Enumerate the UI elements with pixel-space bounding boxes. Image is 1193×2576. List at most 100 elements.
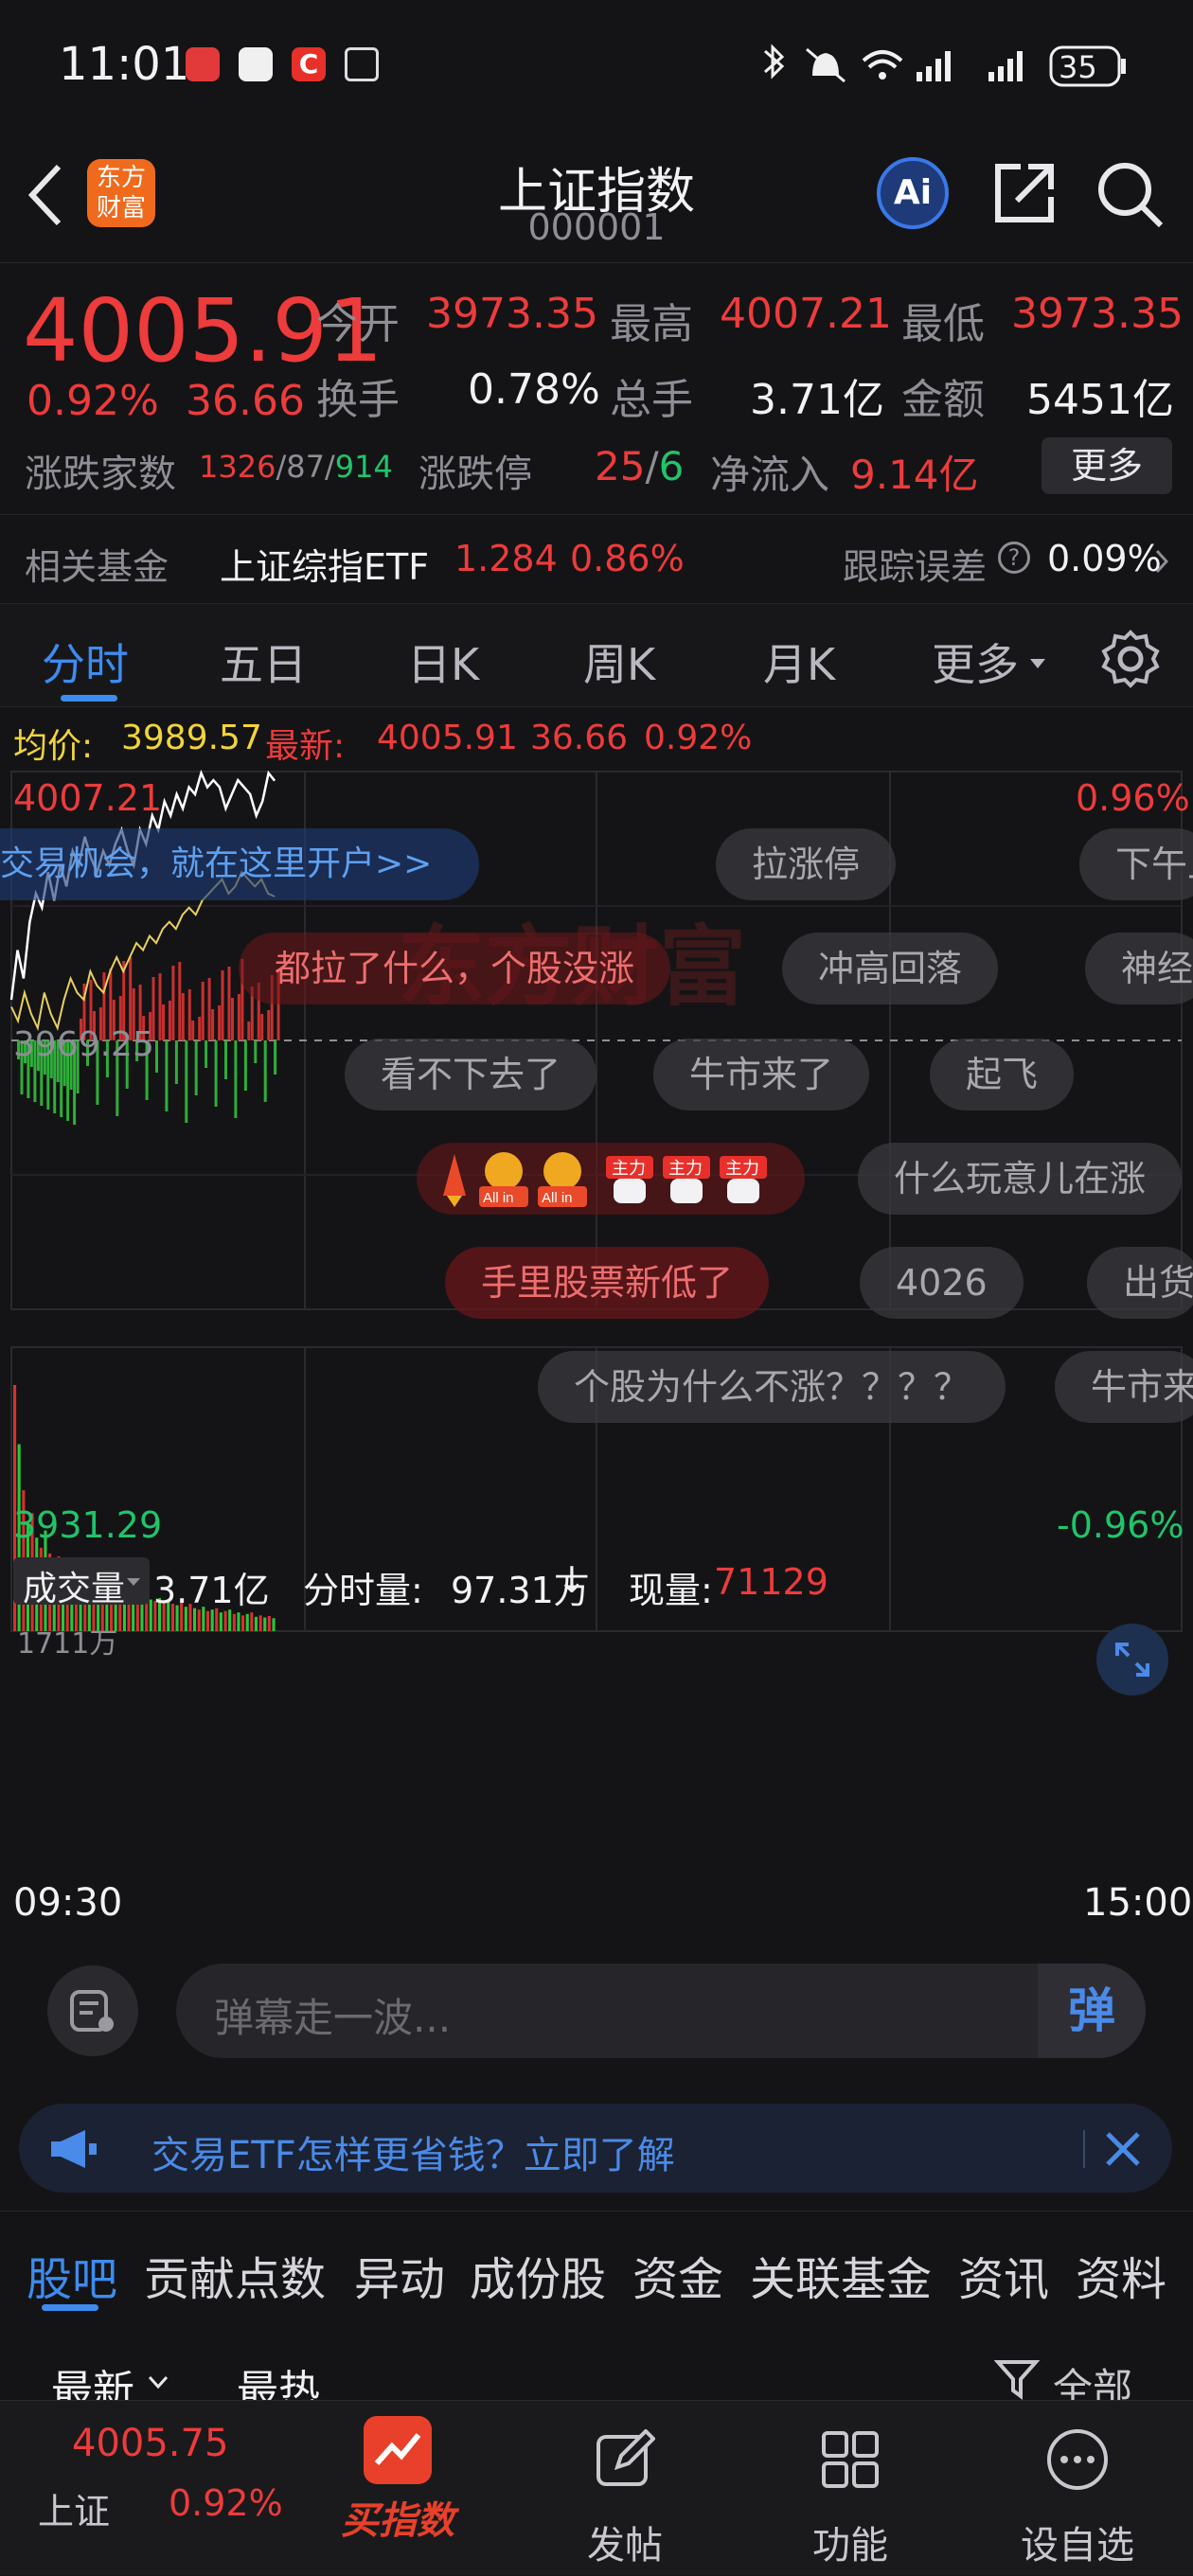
minute-bar — [194, 1040, 198, 1095]
danmu-input[interactable]: 弹幕走一波... 弹 — [176, 1963, 1146, 2058]
minute-bar — [155, 1040, 158, 1073]
tab-related-funds[interactable]: 关联基金 — [750, 2242, 932, 2308]
close-icon[interactable] — [1102, 2128, 1144, 2170]
intraday-chart[interactable]: 均价: 3989.57 最新: 4005.91 36.66 0.92% 东方财富… — [0, 707, 1193, 1931]
zhuli-fist-icon: 主力 — [663, 1156, 710, 1203]
volume-bar — [254, 1616, 258, 1631]
volume-bar — [149, 1599, 152, 1631]
change-pct: 0.92% — [27, 377, 159, 425]
minute-bar — [211, 1009, 215, 1040]
minute-bar — [254, 1040, 258, 1063]
volume-bar — [263, 1617, 267, 1631]
tab-active-indicator — [61, 695, 117, 702]
tab-news[interactable]: 资讯 — [958, 2242, 1049, 2308]
minute-bar — [168, 1001, 171, 1040]
volume-bar — [219, 1612, 223, 1631]
quote-panel: 4005.91 0.92% 36.66 今开 3973.35 最高 4007.2… — [0, 263, 1193, 514]
fund-pct: 0.86% — [570, 538, 685, 579]
danmu-bubble: 个股为什么不涨？？？？ — [538, 1351, 1006, 1423]
danmu-settings-button[interactable] — [47, 1965, 138, 2056]
nfc-icon — [345, 47, 379, 81]
etf-ad-banner[interactable]: 交易ETF怎样更省钱？立即了解 — [19, 2104, 1172, 2193]
tracking-error-value: 0.09% — [1047, 538, 1162, 579]
volume-value: 3.71亿 — [750, 376, 884, 424]
volume-bar — [232, 1613, 236, 1631]
post-button[interactable]: 发帖 — [540, 2401, 710, 2576]
minute-bar — [231, 998, 234, 1040]
danmu-bubble: 牛市来了 — [653, 1039, 870, 1110]
minute-bar — [178, 962, 182, 1040]
minute-bar — [214, 1040, 218, 1107]
bluetooth-icon — [764, 44, 785, 80]
volume-label: 总手 — [610, 376, 693, 424]
status-bar: 11:01 C 35 — [0, 0, 1193, 142]
tab-profile[interactable]: 资料 — [1076, 2242, 1166, 2308]
help-icon[interactable]: ? — [998, 542, 1030, 574]
danmu-send-button[interactable]: 弹 — [1038, 1963, 1146, 2058]
danmu-bubble: 冲高回落 — [782, 933, 999, 1004]
signal-2-icon — [988, 72, 994, 81]
tab-weekly-k[interactable]: 周K — [583, 631, 655, 693]
community-tabs: 股吧 贡献点数 异动 成份股 资金 关联基金 资讯 资料 — [0, 2211, 1193, 2315]
svg-text:主力: 主力 — [668, 1159, 703, 1179]
tab-constituents[interactable]: 成份股 — [470, 2242, 606, 2308]
amount-value: 5451亿 — [1026, 376, 1174, 424]
fund-label: 相关基金 — [25, 546, 169, 588]
tab-more[interactable]: 更多 — [932, 631, 1019, 693]
tab-guba[interactable]: 股吧 — [27, 2242, 117, 2308]
bottom-pct: 0.92% — [169, 2482, 283, 2524]
tab-movement[interactable]: 异动 — [354, 2242, 445, 2308]
high-value: 4007.21 — [720, 290, 892, 338]
breadth-values: 1326/87/914 — [199, 449, 393, 485]
more-button[interactable]: 更多 — [1042, 437, 1172, 494]
expand-button[interactable] — [1096, 1624, 1168, 1696]
function-button[interactable]: 功能 — [765, 2401, 935, 2576]
minute-bar — [187, 989, 191, 1040]
expand-icon — [1115, 1643, 1149, 1677]
open-value: 3973.35 — [426, 290, 598, 338]
svg-text:All in: All in — [542, 1190, 573, 1206]
ai-button[interactable]: Ai — [877, 157, 949, 229]
share-icon[interactable] — [990, 159, 1059, 227]
caret-down-icon — [1030, 659, 1045, 668]
filter-icon[interactable] — [994, 2358, 1040, 2400]
danmu-bubble: 4026 — [860, 1247, 1024, 1319]
open-label: 今开 — [316, 300, 400, 348]
post-label: 发帖 — [587, 2524, 663, 2567]
buy-index-button[interactable]: 买指数 — [312, 2401, 483, 2576]
danmu-bubble: 下午上 — [1079, 828, 1193, 900]
tab-intraday[interactable]: 分时 — [42, 631, 129, 693]
buy-index-label: 买指数 — [341, 2499, 454, 2543]
period-tabs: 分时 五日 日K 周K 月K 更多 — [0, 603, 1193, 707]
volume-bar — [241, 1615, 245, 1631]
minute-bar — [227, 967, 231, 1040]
volume-bar — [245, 1613, 249, 1631]
tab-contribution[interactable]: 贡献点数 — [144, 2242, 326, 2308]
y-bottom-pct: -0.96% — [1057, 1504, 1184, 1546]
danmu-bubble: 都拉了什么，个股没涨 — [239, 933, 671, 1004]
danmu-icon-bubble: All in All in 主力 主力 主力 — [417, 1143, 805, 1215]
volume-selector[interactable]: 成交量 — [13, 1557, 150, 1608]
related-fund-row[interactable]: 相关基金 上证综指ETF 1.284 0.86% 跟踪误差 ? 0.09% — [0, 514, 1193, 603]
tab-five-day[interactable]: 五日 — [220, 631, 307, 693]
home-app-icon — [239, 47, 273, 81]
minute-bar — [263, 1040, 267, 1102]
minute-bar — [205, 1040, 208, 1068]
volume-bar — [267, 1616, 271, 1631]
tab-daily-k[interactable]: 日K — [407, 631, 479, 693]
sort-row: 最新 最热 全部 — [0, 2315, 1193, 2415]
signal-1-icon — [917, 72, 922, 81]
search-icon[interactable] — [1095, 159, 1166, 231]
tab-funds-flow[interactable]: 资金 — [632, 2242, 723, 2308]
tab-monthly-k[interactable]: 月K — [763, 631, 835, 693]
minute-bar — [162, 1004, 165, 1040]
ad-text[interactable]: 交易ETF怎样更省钱？立即了解 — [151, 2124, 675, 2179]
minute-bar — [191, 1021, 195, 1040]
danmu-settings-icon — [70, 1990, 114, 2032]
open-account-banner[interactable]: 交易机会，就在这里开户>> — [0, 828, 479, 900]
minute-volume-label: 分时量: — [303, 1570, 423, 1611]
settings-gear-icon[interactable] — [1100, 629, 1161, 689]
add-watchlist-button[interactable]: 设自选 — [992, 2401, 1163, 2576]
fund-name[interactable]: 上证综指ETF — [220, 538, 429, 590]
danmu-input-bar: 弹幕走一波... 弹 — [0, 1931, 1193, 2121]
